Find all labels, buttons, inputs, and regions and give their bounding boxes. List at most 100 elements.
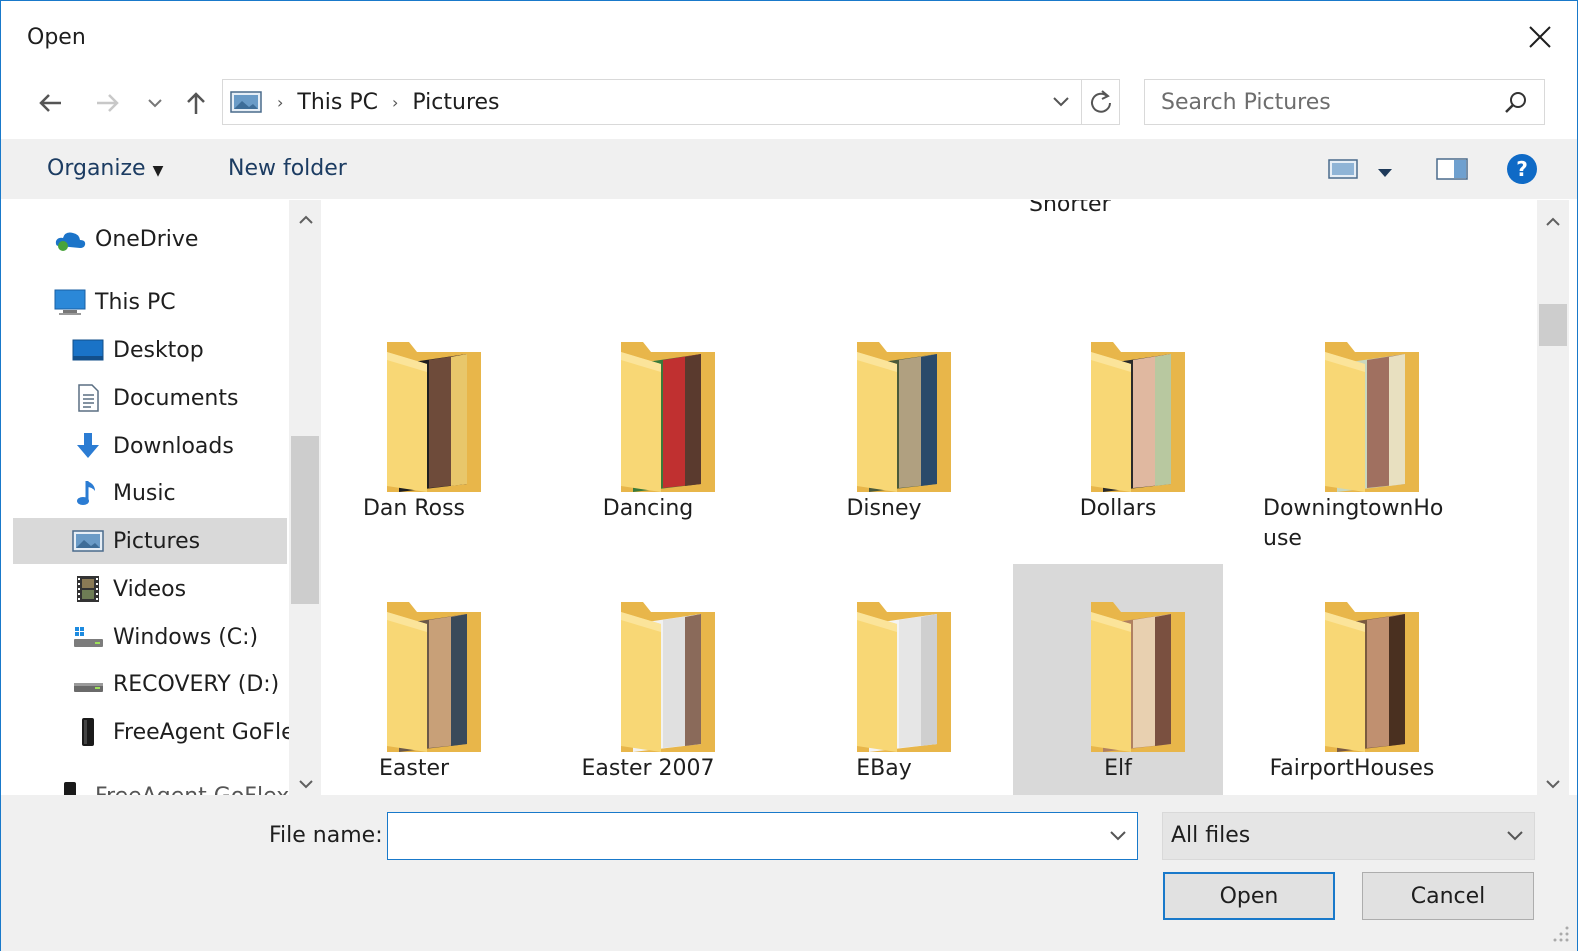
nav-item-windows-c[interactable]: Windows (C:)	[71, 614, 258, 660]
nav-item-music[interactable]: Music	[71, 470, 176, 516]
nav-scroll-thumb[interactable]	[291, 436, 319, 604]
help-icon: ?	[1507, 154, 1537, 184]
breadcrumb-this-pc[interactable]: This PC	[297, 90, 378, 115]
help-button[interactable]: ?	[1505, 152, 1539, 192]
view-options-button[interactable]	[1375, 162, 1395, 187]
desktop-icon	[71, 335, 105, 365]
scroll-down-icon[interactable]	[297, 772, 315, 795]
new-folder-button[interactable]: New folder	[228, 156, 347, 181]
svg-text:?: ?	[1516, 157, 1528, 181]
up-button[interactable]	[179, 85, 213, 121]
nav-item-desktop[interactable]: Desktop	[71, 327, 204, 373]
refresh-icon	[1091, 90, 1111, 113]
breadcrumb: › This PC › Pictures	[223, 80, 500, 124]
folder-name: EBay	[856, 756, 912, 781]
back-button[interactable]	[33, 85, 67, 121]
folder-tile[interactable]: FairportHouses	[1247, 564, 1457, 795]
address-history-button[interactable]	[1046, 90, 1076, 114]
change-view-button[interactable]	[1327, 156, 1359, 188]
download-arrow-icon	[71, 431, 105, 461]
organize-button[interactable]: Organize ▼	[47, 156, 163, 181]
search-icon[interactable]	[1503, 90, 1529, 116]
folder-tile[interactable]: Cruises	[779, 200, 989, 202]
file-name-label: File name:	[269, 823, 383, 848]
folder-icon	[857, 602, 951, 752]
back-arrow-icon	[39, 94, 61, 112]
folder-tile[interactable]: Easter	[323, 564, 519, 795]
resize-grip-icon[interactable]	[1549, 922, 1571, 944]
nav-item-documents[interactable]: Documents	[71, 375, 238, 421]
nav-label: Downloads	[113, 433, 234, 459]
content-scrollbar[interactable]	[1537, 200, 1569, 795]
folder-name: DowningtownHo	[1263, 496, 1444, 521]
folder-tile[interactable]: Dollars	[1013, 304, 1223, 536]
search-box[interactable]: Search Pictures	[1144, 79, 1545, 125]
chevron-down-icon	[1507, 831, 1523, 841]
file-type-select[interactable]: All files	[1162, 812, 1535, 860]
nav-item-downloads[interactable]: Downloads	[71, 423, 234, 469]
folder-icon	[387, 342, 481, 492]
folder-tile[interactable]: Dancing	[543, 304, 753, 536]
nav-label: Desktop	[113, 337, 204, 363]
breadcrumb-separator-icon: ›	[277, 92, 284, 112]
caret-down-icon: ▼	[152, 163, 164, 179]
documents-icon	[71, 383, 105, 413]
nav-item-recovery-d[interactable]: RECOVERY (D:)	[71, 661, 279, 707]
search-input[interactable]: Search Pictures	[1161, 90, 1331, 115]
folder-tile[interactable]: Dads ShortSnorter	[1013, 200, 1223, 217]
folder-tile[interactable]: EBay	[779, 564, 989, 795]
computer-icon	[53, 287, 87, 317]
folder-tile[interactable]: Craigslist	[543, 200, 753, 202]
preview-pane-icon	[1436, 158, 1468, 180]
folder-tile[interactable]: DowningtownHo use	[1247, 304, 1457, 551]
breadcrumb-pictures[interactable]: Pictures	[412, 90, 499, 115]
folder-icon	[621, 602, 715, 752]
content-scroll-thumb[interactable]	[1539, 304, 1567, 346]
window-title: Open	[27, 25, 86, 50]
navigation-pane: OneDrive This PC Desktop Documents Downl…	[1, 200, 323, 795]
folder-icon	[1091, 602, 1185, 752]
nav-item-videos[interactable]: Videos	[71, 566, 186, 612]
nav-label: OneDrive	[95, 226, 199, 252]
folder-name: Easter	[378, 756, 450, 781]
folder-icon	[1325, 602, 1419, 752]
close-button[interactable]	[1520, 17, 1560, 57]
chevron-down-icon[interactable]	[1106, 825, 1130, 847]
nav-label: Documents	[113, 385, 239, 411]
nav-item-this-pc[interactable]: This PC	[53, 279, 176, 325]
forward-button[interactable]	[91, 85, 125, 121]
nav-item-pictures[interactable]: Pictures	[13, 518, 287, 564]
folder-tile[interactable]: DallasHouse	[1247, 200, 1457, 202]
nav-label: RECOVERY (D:)	[113, 671, 280, 697]
folder-tile[interactable]: Disney	[779, 304, 989, 536]
nav-label: FreeAgent GoFle	[113, 719, 295, 745]
address-bar[interactable]: › This PC › Pictures	[222, 79, 1120, 125]
nav-label: Music	[113, 480, 176, 506]
folder-icon	[1325, 342, 1419, 492]
command-toolbar: Organize ▼ New folder ?	[1, 139, 1577, 199]
folder-tile[interactable]: Dan Ross	[323, 304, 519, 536]
nav-item-onedrive[interactable]: OneDrive	[53, 216, 198, 262]
external-drive-icon	[53, 781, 87, 795]
folder-tile[interactable]: Christmas2013	[323, 200, 519, 202]
scroll-up-icon[interactable]	[297, 208, 315, 233]
scroll-down-icon[interactable]	[1544, 772, 1562, 797]
refresh-button[interactable]	[1085, 86, 1117, 118]
external-drive-icon	[71, 717, 105, 747]
drive-icon	[71, 669, 105, 699]
open-button[interactable]: Open	[1163, 872, 1335, 920]
nav-item-freeagent-1[interactable]: FreeAgent GoFle	[71, 709, 295, 755]
cancel-button[interactable]: Cancel	[1362, 872, 1534, 920]
folder-tile[interactable]: Easter 2007	[543, 564, 753, 795]
file-type-value: All files	[1171, 823, 1251, 848]
nav-item-freeagent-2[interactable]: FreeAgent GoFlex	[53, 773, 289, 795]
folder-name: Dancing	[602, 496, 694, 521]
nav-scrollbar[interactable]	[289, 200, 321, 795]
preview-pane-button[interactable]	[1435, 156, 1469, 188]
file-name-input[interactable]	[387, 812, 1138, 860]
scroll-up-icon[interactable]	[1544, 210, 1562, 235]
folder-tile[interactable]: Elf	[1013, 564, 1223, 795]
folder-icon	[1091, 342, 1185, 492]
recent-locations-button[interactable]	[143, 85, 167, 121]
folder-name: Easter 2007	[581, 756, 715, 781]
